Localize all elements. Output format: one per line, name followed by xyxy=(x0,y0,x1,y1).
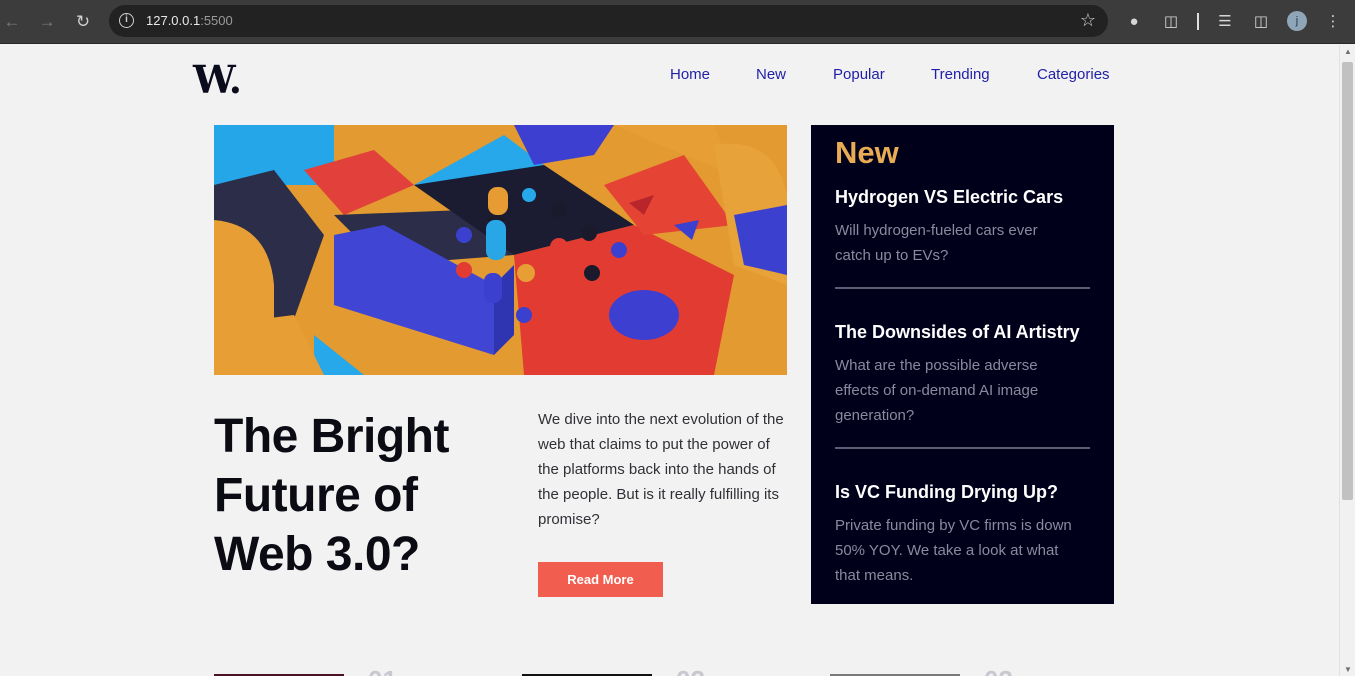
browser-toolbar: ← → ↻ i 127.0.0.1:5500 ☆ ● ◫ ☰ ◫ j ⋮ xyxy=(0,0,1355,44)
nav-home[interactable]: Home xyxy=(670,66,710,83)
profile-avatar[interactable]: j xyxy=(1287,11,1307,31)
read-more-button[interactable]: Read More xyxy=(538,562,663,597)
url-port: :5500 xyxy=(200,13,233,28)
hero-image xyxy=(214,125,787,375)
extension-dot-icon[interactable]: ● xyxy=(1122,10,1146,34)
article-number: 01 xyxy=(368,665,397,676)
nav-trending[interactable]: Trending xyxy=(931,66,990,83)
address-url[interactable]: 127.0.0.1:5500 xyxy=(146,13,233,28)
new-articles-panel: New Hydrogen VS Electric Cars Will hydro… xyxy=(811,125,1114,604)
hero-headline: The Bright Future of Web 3.0? xyxy=(214,410,449,581)
forward-arrow-icon[interactable]: → xyxy=(35,10,59,34)
kebab-menu-icon[interactable]: ⋮ xyxy=(1321,10,1345,34)
page-viewport: W. Home New Popular Trending Categories xyxy=(0,45,1339,676)
nav-categories[interactable]: Categories xyxy=(1037,66,1110,83)
scrollbar-thumb[interactable] xyxy=(1342,62,1353,500)
nav-new[interactable]: New xyxy=(756,66,786,83)
bookmark-star-icon[interactable]: ☆ xyxy=(1080,10,1096,31)
new-item-divider xyxy=(835,447,1090,449)
url-host: 127.0.0.1 xyxy=(146,13,201,28)
nav-popular[interactable]: Popular xyxy=(833,66,885,83)
address-bar[interactable]: i 127.0.0.1:5500 ☆ xyxy=(109,5,1108,37)
extensions-puzzle-icon[interactable]: ◫ xyxy=(1159,10,1183,34)
article-number: 02 xyxy=(676,665,705,676)
scroll-down-arrow-icon[interactable]: ▼ xyxy=(1343,665,1353,674)
new-item-title[interactable]: Is VC Funding Drying Up? xyxy=(835,482,1058,503)
new-panel-title: New xyxy=(835,135,899,170)
reload-icon[interactable]: ↻ xyxy=(71,10,95,34)
new-item-title[interactable]: Hydrogen VS Electric Cars xyxy=(835,187,1063,208)
new-item-divider xyxy=(835,287,1090,289)
back-arrow-icon[interactable]: ← xyxy=(0,10,24,34)
new-item-desc: What are the possible adverse effects of… xyxy=(835,357,1039,424)
article-number: 03 xyxy=(984,665,1013,676)
page-scrollbar[interactable]: ▲ ▼ xyxy=(1339,45,1355,676)
side-panel-icon[interactable]: ◫ xyxy=(1249,10,1273,34)
new-item-desc: Private funding by VC firms is down 50% … xyxy=(835,517,1072,584)
new-item-title[interactable]: The Downsides of AI Artistry xyxy=(835,322,1080,343)
site-info-icon[interactable]: i xyxy=(119,13,134,28)
media-queue-icon[interactable]: ☰ xyxy=(1213,10,1237,34)
site-logo[interactable]: W. xyxy=(193,60,242,100)
new-item-desc: Will hydrogen-fueled cars ever catch up … xyxy=(835,222,1038,264)
toolbar-separator xyxy=(1197,13,1199,30)
hero-lead: We dive into the next evolution of the w… xyxy=(538,411,784,528)
scroll-up-arrow-icon[interactable]: ▲ xyxy=(1343,47,1353,56)
